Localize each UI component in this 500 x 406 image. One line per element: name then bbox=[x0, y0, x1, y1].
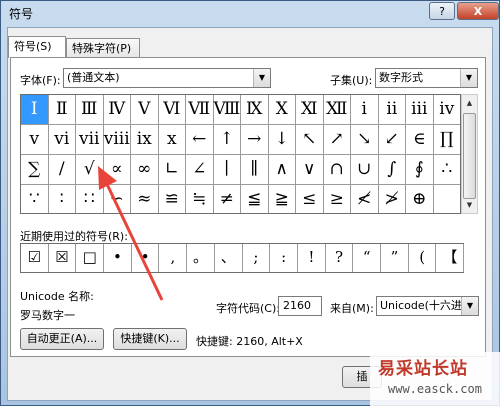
watermark-url: www.easck.com bbox=[388, 382, 482, 396]
annotation-arrow bbox=[98, 166, 164, 301]
watermark-title: 易采站长站 bbox=[378, 359, 468, 379]
arrow-shaft bbox=[104, 181, 164, 301]
